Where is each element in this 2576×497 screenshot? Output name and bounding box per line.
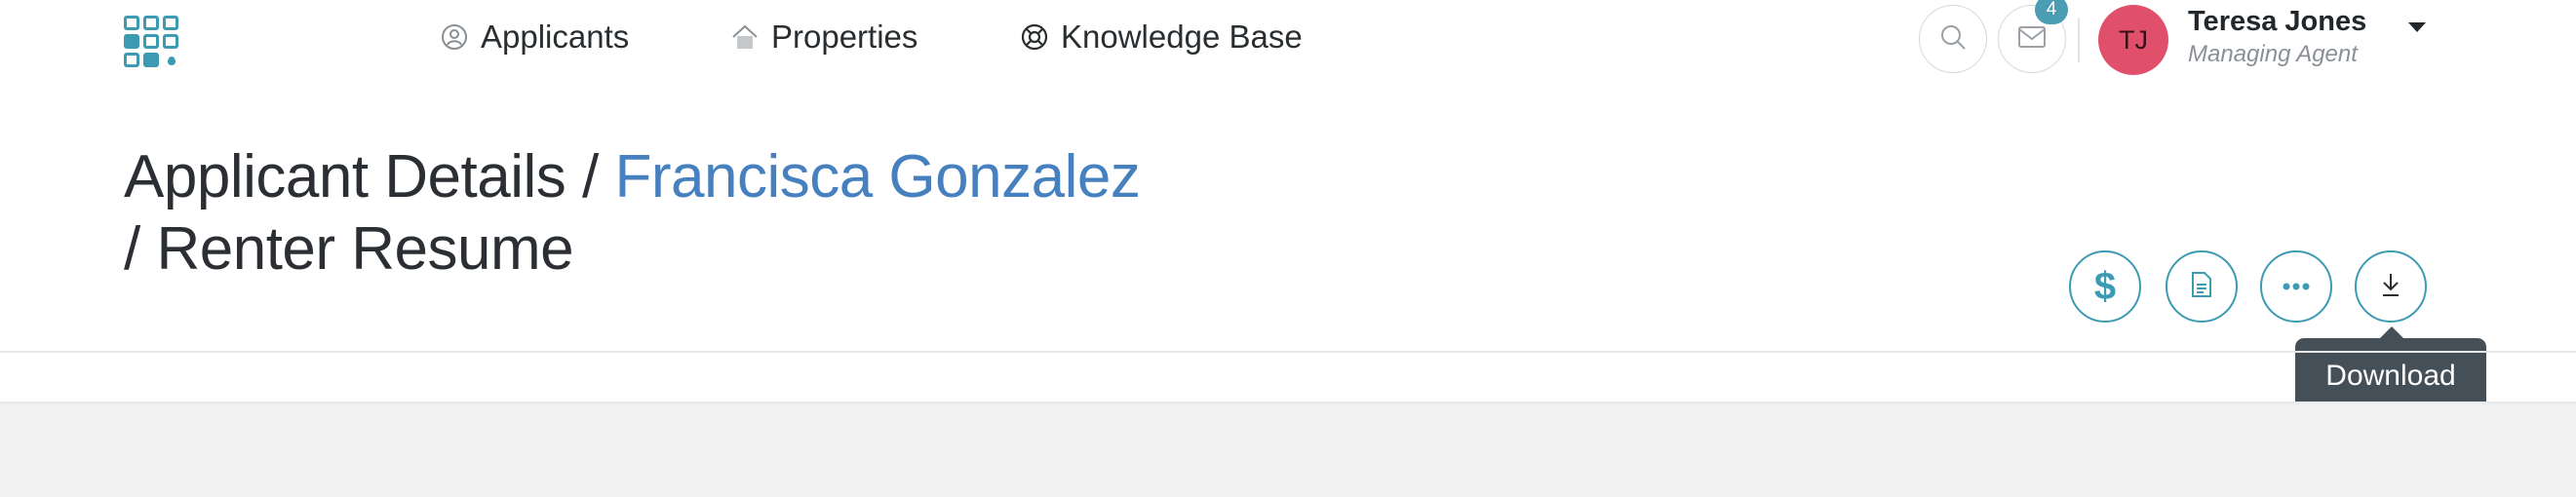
nav-item-applicants[interactable]: Applicants [440,16,629,58]
user-role: Managing Agent [2188,41,2358,67]
chevron-down-icon[interactable] [2408,22,2426,32]
more-options-button[interactable] [2260,250,2332,323]
divider [0,351,2576,353]
lifebuoy-icon [1020,22,1049,52]
document-icon [2191,271,2212,303]
avatar[interactable]: TJ [2098,5,2168,75]
download-icon [2380,271,2401,303]
user-circle-icon [440,22,469,52]
divider [2078,18,2080,62]
user-name[interactable]: Teresa Jones [2188,6,2366,38]
top-navbar: Applicants Properties Knowledge Base 4 T… [0,0,2576,78]
nav-item-knowledge-base[interactable]: Knowledge Base [1020,16,1303,58]
document-button[interactable] [2166,250,2238,323]
nav-item-label: Properties [771,19,918,55]
more-icon [2283,278,2310,295]
mail-icon [2017,25,2047,54]
notification-badge: 4 [2035,0,2068,24]
breadcrumb-applicant-details: Applicant Details / [124,143,615,210]
breadcrumb-applicant-name-link[interactable]: Francisca Gonzalez [614,143,1140,210]
dollar-icon: $ [2093,264,2117,308]
search-button[interactable] [1919,5,1987,73]
home-icon [730,22,760,52]
app-logo-icon[interactable] [124,16,178,67]
content-area [0,403,2576,497]
nav-item-properties[interactable]: Properties [730,16,917,58]
payment-button[interactable]: $ [2069,250,2141,323]
download-button[interactable] [2355,250,2427,323]
nav-item-label: Knowledge Base [1061,19,1303,55]
page-title: Applicant Details / Francisca Gonzalez /… [124,141,1141,286]
breadcrumb-renter-resume: / Renter Resume [124,215,574,283]
nav-item-label: Applicants [481,19,630,55]
search-icon [1938,22,1968,57]
